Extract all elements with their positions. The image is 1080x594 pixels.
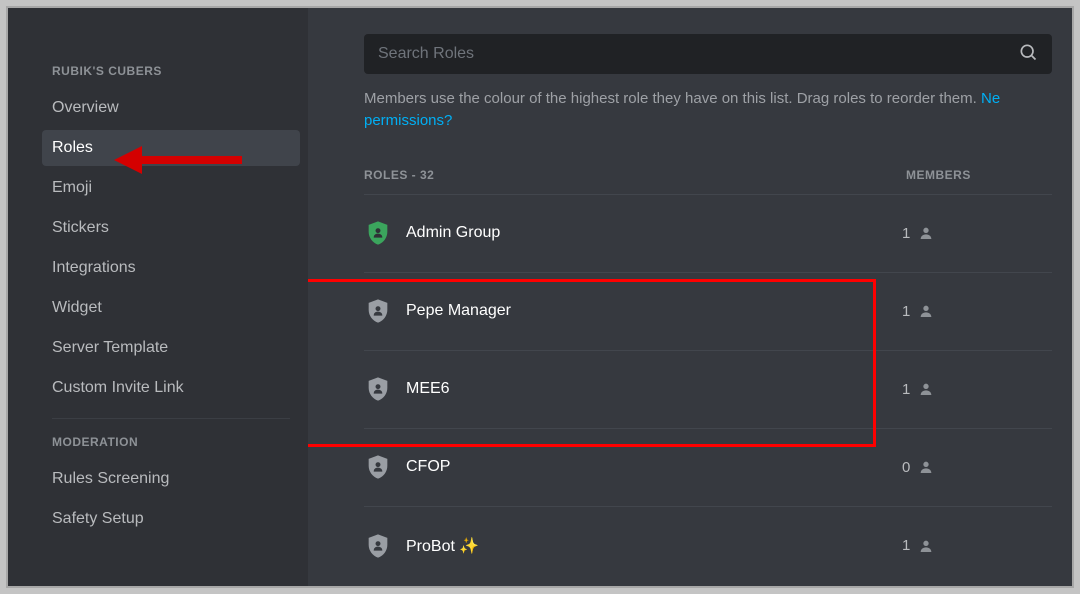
sidebar-item-widget[interactable]: Widget [42, 290, 300, 326]
person-icon [918, 381, 934, 397]
role-member-count: 1 [902, 381, 1052, 398]
role-member-count: 1 [902, 303, 1052, 320]
person-icon [918, 303, 934, 319]
roles-list: Admin Group 1 Pepe Manager 1 MEE6 1 [364, 195, 1052, 585]
shield-icon [364, 532, 392, 560]
search-icon [1018, 42, 1038, 67]
search-roles-input[interactable] [364, 34, 1052, 74]
shield-icon [364, 375, 392, 403]
person-icon [918, 459, 934, 475]
sidebar-section-header: RUBIK'S CUBERS [52, 64, 290, 78]
role-name: Pepe Manager [406, 302, 902, 320]
roles-hint-text: Members use the colour of the highest ro… [364, 88, 1074, 132]
role-row[interactable]: Admin Group 1 [364, 195, 1052, 273]
person-icon [918, 538, 934, 554]
column-members-header: MEMBERS [902, 168, 1052, 182]
column-roles-header: ROLES - 32 [364, 168, 902, 182]
person-icon [918, 225, 934, 241]
roles-permissions-link[interactable]: permissions? [364, 112, 452, 129]
role-row[interactable]: Pepe Manager 1 [364, 273, 1052, 351]
sidebar-item-rules-screening[interactable]: Rules Screening [42, 461, 300, 497]
sidebar-item-server-template[interactable]: Server Template [42, 330, 300, 366]
roles-hint-link[interactable]: Ne [981, 90, 1000, 107]
role-name: CFOP [406, 458, 902, 476]
role-member-count: 1 [902, 225, 1052, 242]
role-name: Admin Group [406, 224, 902, 242]
shield-icon [364, 297, 392, 325]
sidebar-divider [52, 418, 290, 419]
shield-icon [364, 453, 392, 481]
role-row[interactable]: CFOP 0 [364, 429, 1052, 507]
sidebar-item-custom-invite-link[interactable]: Custom Invite Link [42, 370, 300, 406]
role-member-count: 1 [902, 537, 1052, 554]
shield-icon [364, 219, 392, 247]
roles-table-header: ROLES - 32 MEMBERS [364, 168, 1052, 195]
role-member-count: 0 [902, 459, 1052, 476]
sidebar-item-stickers[interactable]: Stickers [42, 210, 300, 246]
role-name: ProBot ✨ [406, 536, 902, 556]
role-row[interactable]: MEE6 1 [364, 351, 1052, 429]
roles-panel: Members use the colour of the highest ro… [308, 6, 1074, 588]
sidebar-item-emoji[interactable]: Emoji [42, 170, 300, 206]
sidebar-item-roles[interactable]: Roles [42, 130, 300, 166]
sidebar-item-overview[interactable]: Overview [42, 90, 300, 126]
sidebar-item-safety-setup[interactable]: Safety Setup [42, 501, 300, 537]
search-roles-field[interactable] [378, 45, 1018, 63]
role-row[interactable]: ProBot ✨ 1 [364, 507, 1052, 585]
sidebar-section-header: MODERATION [52, 435, 290, 449]
settings-sidebar: RUBIK'S CUBERS Overview Roles Emoji Stic… [6, 6, 308, 588]
sidebar-item-integrations[interactable]: Integrations [42, 250, 300, 286]
role-name: MEE6 [406, 380, 902, 398]
